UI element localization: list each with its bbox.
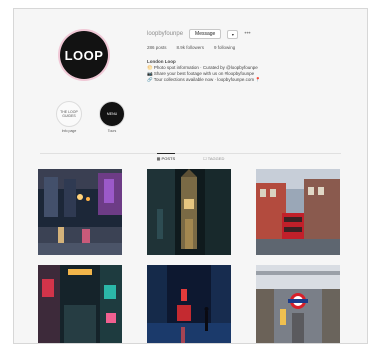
username-row: loopbyfounpe Message ▾ ••• bbox=[147, 29, 251, 39]
post-thumbnail[interactable] bbox=[256, 169, 340, 255]
highlight-cover-text: MENU bbox=[106, 112, 118, 116]
highlight-label: Tours bbox=[107, 129, 117, 133]
highlight-info-page[interactable]: THE LOOP GUIDES Info page bbox=[54, 101, 84, 133]
username: loopbyfounpe bbox=[147, 31, 184, 37]
profile-bio: London Loop 🌕 Photo spot information · C… bbox=[147, 59, 347, 83]
highlight-cover: THE LOOP GUIDES bbox=[56, 101, 82, 127]
photo-underground-sign bbox=[256, 265, 340, 343]
profile-avatar[interactable]: LOOP bbox=[60, 31, 108, 79]
photo-arcade-night bbox=[38, 169, 122, 255]
photo-red-bus-street bbox=[256, 169, 340, 255]
post-thumbnail[interactable] bbox=[38, 169, 122, 255]
posts-count: 286 posts bbox=[147, 45, 167, 50]
section-divider bbox=[40, 153, 341, 154]
profile-stats: 286 posts 8.9k followers 9 following bbox=[147, 45, 235, 50]
message-button[interactable]: Message bbox=[189, 29, 222, 39]
post-thumbnail[interactable] bbox=[38, 265, 122, 343]
more-options-icon[interactable]: ••• bbox=[244, 31, 250, 37]
bio-line-3: 🔗 Tour collections available now · loopb… bbox=[147, 77, 261, 82]
following-count[interactable]: 9 following bbox=[214, 45, 235, 50]
post-thumbnail[interactable] bbox=[256, 265, 340, 343]
profile-header: LOOP loopbyfounpe Message ▾ ••• 286 post… bbox=[14, 9, 367, 169]
follow-dropdown-button[interactable]: ▾ bbox=[227, 29, 239, 39]
highlight-tours[interactable]: MENU Tours bbox=[97, 101, 127, 133]
photo-big-ben-alley bbox=[147, 169, 231, 255]
followers-count[interactable]: 8.9k followers bbox=[177, 45, 205, 50]
profile-window: LOOP loopbyfounpe Message ▾ ••• 286 post… bbox=[13, 8, 368, 344]
photo-rainy-night-street bbox=[147, 265, 231, 343]
highlight-label: Info page bbox=[61, 129, 77, 133]
profile-tabs: ▦ POSTS ☐ TAGGED bbox=[14, 153, 367, 161]
avatar-logo-text: LOOP bbox=[64, 47, 104, 63]
chevron-down-icon: ▾ bbox=[231, 31, 234, 37]
photo-neon-lane bbox=[38, 265, 122, 343]
tab-tagged[interactable]: ☐ TAGGED bbox=[203, 156, 224, 161]
highlight-cover-text: THE LOOP GUIDES bbox=[60, 110, 78, 118]
post-thumbnail[interactable] bbox=[147, 265, 231, 343]
tab-posts[interactable]: ▦ POSTS bbox=[156, 153, 176, 161]
post-thumbnail[interactable] bbox=[147, 169, 231, 255]
highlight-cover: MENU bbox=[99, 101, 125, 127]
